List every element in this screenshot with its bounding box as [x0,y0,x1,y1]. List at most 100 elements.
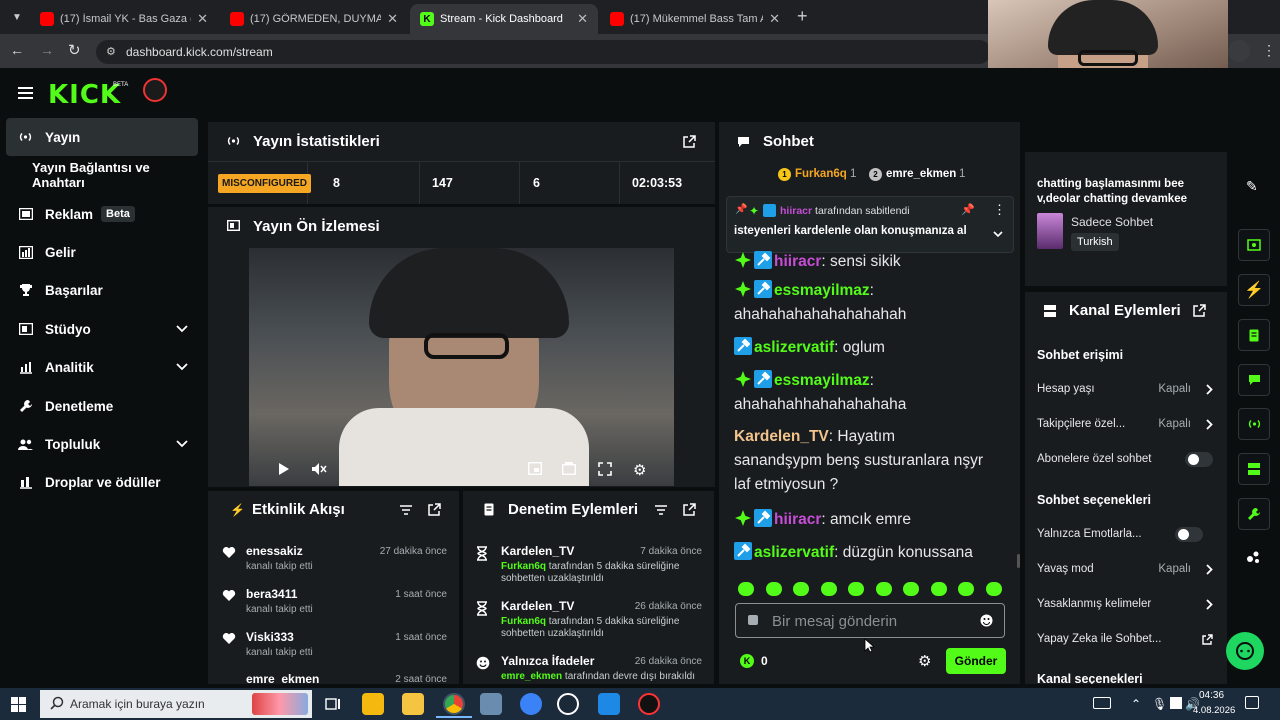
chat-username[interactable]: hiiracr [774,253,821,269]
theater-icon[interactable] [562,462,576,475]
browser-tab[interactable]: (17) Mükemmel Bass Tam Arab ✕ [600,4,790,34]
ai-chat-setting[interactable]: Yapay Zeka ile Sohbet... [1037,629,1215,649]
chrome-icon[interactable] [443,693,465,715]
rail-bolt-button[interactable]: ⚡ [1238,274,1270,306]
event-user[interactable]: enessakiz [246,544,303,558]
edit-pencil-icon[interactable]: ✎ [1246,178,1258,195]
sidebar-item-denetleme[interactable]: Denetleme [6,387,198,425]
chat-message[interactable]: aslizervatif: düzgün konussana [734,541,1014,565]
popout-icon[interactable] [683,503,696,516]
support-chat-button[interactable] [1226,632,1264,670]
kick-logo[interactable]: KICK [48,80,121,110]
emote-icon[interactable] [738,582,754,596]
chat-message[interactable]: essmayilmaz: ahahahahhahahahahaha [734,369,914,417]
send-button[interactable]: Gönder [946,648,1006,674]
emote-icon[interactable] [876,582,892,596]
popout-icon[interactable] [428,503,441,516]
tab-search-button[interactable]: ▼ [8,8,26,26]
account-age-setting[interactable]: Hesap yaşı Kapalı [1037,379,1215,399]
site-info-icon[interactable]: ⚙ [106,45,116,58]
sidebar-item-reklam[interactable]: Reklam Beta [6,195,198,233]
chat-username[interactable]: hiiracr [774,511,821,528]
new-tab-button[interactable]: + [797,6,808,27]
popout-icon[interactable] [1193,304,1206,317]
chat-username[interactable]: essmayilmaz [774,282,870,299]
followers-only-setting[interactable]: Takipçilere özel... Kapalı [1037,414,1215,434]
chat-settings-gear-icon[interactable]: ⚙ [918,652,931,670]
emote-icon[interactable] [821,582,837,596]
mute-icon[interactable] [311,462,327,476]
rail-actions-button[interactable] [1238,453,1270,485]
app-icon[interactable] [520,693,542,715]
sidebar-item-gelir[interactable]: Gelir [6,233,198,271]
rail-chat-button[interactable] [1238,364,1270,396]
rail-stream-button[interactable] [1238,229,1270,261]
moderator-name[interactable]: Furkan6q [501,616,546,627]
chevron-down-icon[interactable] [176,325,188,333]
widgets-icon[interactable] [1246,550,1260,564]
emote-icon[interactable] [931,582,947,596]
close-icon[interactable]: ✕ [577,11,588,27]
emote-icon[interactable] [848,582,864,596]
rail-wrench-button[interactable] [1238,498,1270,530]
chevron-down-icon[interactable] [176,363,188,371]
close-icon[interactable]: ✕ [769,11,780,27]
more-options-icon[interactable]: ⋮ [993,202,1006,218]
emotes-only-toggle[interactable] [1175,526,1203,542]
settings-gear-icon[interactable]: ⚙ [633,461,646,479]
more-menu-icon[interactable]: ⋮ [1262,42,1276,59]
rail-broadcast-button[interactable] [1238,408,1270,440]
browser-tab-active[interactable]: K Stream - Kick Dashboard ✕ [410,4,598,34]
browser-tab[interactable]: (17) GÖRMEDEN, DUYMADAN ✕ [220,4,408,34]
chat-username[interactable]: aslizervatif [754,339,834,356]
chat-username[interactable]: essmayilmaz [774,372,870,389]
sidebar-item-yayin[interactable]: Yayın [6,118,198,156]
pinned-by-user[interactable]: hiiracr [780,205,812,217]
close-icon[interactable]: ✕ [387,11,398,27]
sidebar-item-stream-key[interactable]: Yayın Bağlantısı ve Anahtarı [6,156,198,194]
rail-document-button[interactable] [1238,319,1270,351]
chat-input[interactable]: Bir mesaj gönderin [735,603,1005,638]
chevron-down-icon[interactable] [176,440,188,448]
sidebar-item-studyo[interactable]: Stüdyo [6,310,198,348]
clock-date[interactable]: 4.08.2026 [1193,705,1235,716]
banned-words-setting[interactable]: Yasaklanmış kelimeler [1037,594,1215,614]
fullscreen-icon[interactable] [598,462,612,476]
unpin-icon[interactable]: 📌 [961,203,975,216]
category-name[interactable]: Sadece Sohbet [1071,215,1153,229]
event-user[interactable]: emre_ekmen [246,672,319,684]
kick-points[interactable]: K 0 [740,653,768,669]
chevron-down-icon[interactable] [993,231,1003,238]
emote-icon[interactable] [793,582,809,596]
chat-scrollbar[interactable] [1017,554,1020,568]
app-icon[interactable] [480,693,502,715]
microphone-icon[interactable]: 🎙 [1152,697,1167,711]
pinned-message[interactable]: 📌 ✦ hiiracr tarafından sabitlendi 📌 ⋮ is… [726,196,1014,253]
chat-message[interactable]: hiiracr: sensi sikik [734,251,1014,269]
windows-start-icon[interactable] [11,697,26,712]
emote-icon[interactable] [958,582,974,596]
chat-username[interactable]: Kardelen_TV [734,428,829,445]
slow-mode-setting[interactable]: Yavaş mod Kapalı [1037,559,1215,579]
close-icon[interactable]: ✕ [197,11,208,27]
app-icon[interactable] [638,693,660,715]
chat-message[interactable]: aslizervatif: oglum [734,336,1014,360]
network-icon[interactable] [1170,697,1182,709]
moderator-name[interactable]: Furkan6q [501,561,546,572]
play-icon[interactable] [278,462,290,476]
emote-icon[interactable] [986,582,1002,596]
emoji-picker-icon[interactable] [980,614,993,627]
chat-message[interactable]: Kardelen_TV: Hayatım sanandşypm benş sus… [734,425,984,497]
filter-icon[interactable] [655,505,667,515]
taskbar-search-field[interactable]: Aramak için buraya yazın [40,690,312,718]
forward-icon[interactable]: → [40,42,54,58]
browser-tab[interactable]: (17) İsmail YK - Bas Gaza (Official ✕ [30,4,218,34]
gifter-name[interactable]: Furkan6q [795,168,847,180]
profile-avatar[interactable] [1228,40,1250,62]
hamburger-menu-icon[interactable] [18,86,33,100]
clock-time[interactable]: 04:36 [1199,690,1224,701]
tray-chevron-icon[interactable]: ⌃ [1131,697,1141,711]
channel-avatar[interactable] [143,78,167,102]
sidebar-item-basarilar[interactable]: Başarılar [6,271,198,309]
task-view-icon[interactable] [322,693,344,715]
